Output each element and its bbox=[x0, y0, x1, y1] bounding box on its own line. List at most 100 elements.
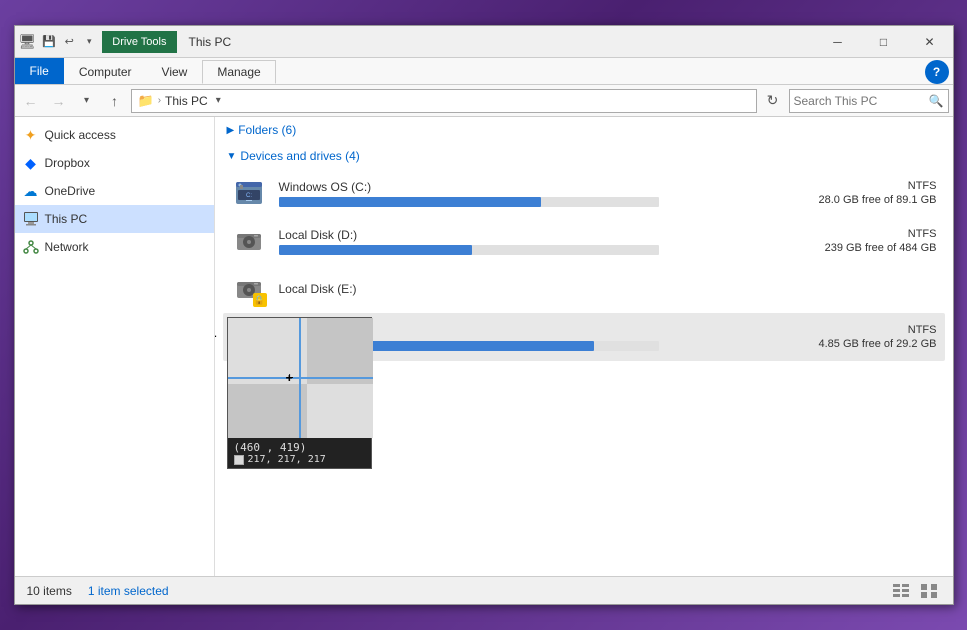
toolbar-dropdown-btn[interactable]: ▾ bbox=[80, 33, 98, 51]
title-bar-left: 🖥 💾 ↩ ▾ Drive Tools This PC bbox=[15, 31, 815, 53]
preview-rgb: 217, 217, 217 bbox=[248, 454, 326, 465]
sidebar-item-quick-access[interactable]: ✦ Quick access bbox=[15, 121, 214, 149]
window-controls: ─ □ ✕ bbox=[815, 26, 953, 58]
forward-btn[interactable]: → bbox=[47, 89, 71, 113]
items-count: 10 items bbox=[27, 584, 72, 598]
drive-d-name: Local Disk (D:) bbox=[279, 228, 765, 242]
details-view-btn[interactable] bbox=[889, 581, 913, 601]
sidebar-item-dropbox[interactable]: ◆ Dropbox bbox=[15, 149, 214, 177]
address-dropdown-btn[interactable]: ▾ bbox=[216, 95, 221, 106]
sidebar-item-network[interactable]: Network bbox=[15, 233, 214, 261]
ssd-lock-badge: 🔒 bbox=[253, 341, 267, 355]
drive-c-bar bbox=[279, 197, 659, 207]
drives-section-header[interactable]: ▼ Devices and drives (4) bbox=[215, 143, 953, 169]
address-bar: ← → ▾ ↑ 📁 › This PC ▾ ↻ 🔍 bbox=[15, 85, 953, 117]
drive-e-name: Local Disk (E:) bbox=[279, 282, 765, 296]
drive-g[interactable]: + SSD bbox=[223, 313, 945, 361]
drive-d-icon bbox=[231, 223, 267, 259]
sidebar-item-this-pc[interactable]: This PC bbox=[15, 205, 214, 233]
drive-list: C: Windows OS (C:) NTFS 28.0 GB free of … bbox=[215, 169, 953, 361]
drive-c-space: 28.0 GB free of 89.1 GB bbox=[818, 194, 936, 206]
sidebar-label-onedrive: OneDrive bbox=[45, 184, 96, 198]
sidebar-label-this-pc: This PC bbox=[45, 212, 88, 226]
drive-g-icon: SSD 🔒 bbox=[231, 319, 267, 355]
main-area: ✦ Quick access ◆ Dropbox ☁ OneDrive bbox=[15, 117, 953, 576]
recent-locations-btn[interactable]: ▾ bbox=[75, 89, 99, 113]
address-path[interactable]: 📁 › This PC ▾ bbox=[131, 89, 757, 113]
sidebar-item-onedrive[interactable]: ☁ OneDrive bbox=[15, 177, 214, 205]
title-bar: 🖥 💾 ↩ ▾ Drive Tools This PC ─ □ ✕ bbox=[15, 26, 953, 58]
preview-cursor: + bbox=[286, 371, 300, 385]
window-icon: 🖥 bbox=[19, 33, 37, 50]
drive-g-space: 4.85 GB free of 29.2 GB bbox=[818, 338, 936, 350]
folders-title: Folders (6) bbox=[238, 123, 296, 137]
tab-manage[interactable]: Manage bbox=[202, 60, 275, 84]
content-area: ▶ Folders (6) ▼ Devices and drives (4) bbox=[215, 117, 953, 576]
save-toolbar-btn[interactable]: 💾 bbox=[40, 33, 58, 51]
drive-c[interactable]: C: Windows OS (C:) NTFS 28.0 GB free of … bbox=[223, 169, 945, 217]
tab-computer[interactable]: Computer bbox=[64, 60, 147, 84]
drive-c-icon: C: bbox=[231, 175, 267, 211]
drive-g-bar bbox=[279, 341, 659, 351]
svg-text:C:: C: bbox=[246, 193, 252, 199]
maximize-btn[interactable]: □ bbox=[861, 26, 907, 58]
items-selected[interactable]: 1 item selected bbox=[88, 584, 169, 598]
drives-title: Devices and drives (4) bbox=[240, 149, 359, 163]
drive-c-name: Windows OS (C:) bbox=[279, 180, 765, 194]
drive-g-info: SSD (G:) bbox=[279, 324, 765, 351]
drives-arrow: ▼ bbox=[227, 151, 237, 162]
minimize-btn[interactable]: ─ bbox=[815, 26, 861, 58]
dropbox-icon: ◆ bbox=[23, 155, 39, 171]
folders-section-header[interactable]: ▶ Folders (6) bbox=[215, 117, 953, 143]
undo-toolbar-btn[interactable]: ↩ bbox=[60, 33, 78, 51]
up-btn[interactable]: ↑ bbox=[103, 89, 127, 113]
drive-d-space: 239 GB free of 484 GB bbox=[825, 242, 937, 254]
search-icon[interactable]: 🔍 bbox=[929, 94, 944, 108]
ribbon-tabs: File Computer View Manage ? bbox=[15, 58, 953, 84]
drive-c-bar-fill bbox=[279, 197, 541, 207]
drive-e-info: Local Disk (E:) bbox=[279, 282, 765, 296]
quick-access-icon: ✦ bbox=[23, 127, 39, 143]
ribbon: File Computer View Manage ? bbox=[15, 58, 953, 85]
search-box[interactable]: 🔍 bbox=[789, 89, 949, 113]
drive-d-bar-fill bbox=[279, 245, 473, 255]
drive-e-icon: 🔒 bbox=[231, 271, 267, 307]
cursor-indicator: + bbox=[215, 327, 218, 348]
preview-color-swatch bbox=[234, 455, 244, 465]
preview-info: (460 , 419) 217, 217, 217 bbox=[228, 438, 371, 468]
view-controls bbox=[889, 581, 941, 601]
path-folder-icon: 📁 bbox=[138, 93, 154, 109]
preview-color-row: 217, 217, 217 bbox=[234, 454, 365, 465]
drive-c-info: Windows OS (C:) bbox=[279, 180, 765, 207]
quick-access-toolbar: 💾 ↩ ▾ bbox=[40, 33, 98, 51]
preview-quadrant-bl bbox=[228, 384, 308, 438]
this-pc-icon bbox=[23, 211, 39, 227]
drive-tools-tab[interactable]: Drive Tools bbox=[102, 31, 176, 53]
drive-d[interactable]: Local Disk (D:) NTFS 239 GB free of 484 … bbox=[223, 217, 945, 265]
onedrive-icon: ☁ bbox=[23, 183, 39, 199]
sidebar-label-dropbox: Dropbox bbox=[45, 156, 90, 170]
preview-coords: (460 , 419) bbox=[234, 441, 365, 454]
path-this-pc[interactable]: This PC bbox=[165, 94, 208, 108]
back-btn[interactable]: ← bbox=[19, 89, 43, 113]
tab-file[interactable]: File bbox=[15, 58, 64, 84]
drive-g-meta: NTFS 4.85 GB free of 29.2 GB bbox=[777, 324, 937, 350]
drive-c-fs: NTFS bbox=[908, 180, 937, 192]
large-icons-view-btn[interactable] bbox=[917, 581, 941, 601]
search-input[interactable] bbox=[794, 94, 925, 108]
explorer-window: 🖥 💾 ↩ ▾ Drive Tools This PC ─ □ ✕ File C… bbox=[14, 25, 954, 605]
close-btn[interactable]: ✕ bbox=[907, 26, 953, 58]
sidebar-label-network: Network bbox=[45, 240, 89, 254]
help-btn[interactable]: ? bbox=[925, 60, 949, 84]
drive-e[interactable]: 🔒 Local Disk (E:) bbox=[223, 265, 945, 313]
drive-d-bar bbox=[279, 245, 659, 255]
drive-c-meta: NTFS 28.0 GB free of 89.1 GB bbox=[777, 180, 937, 206]
sidebar-label-quick-access: Quick access bbox=[45, 128, 116, 142]
preview-grid-horizontal bbox=[228, 377, 373, 379]
drive-d-fs: NTFS bbox=[908, 228, 937, 240]
tab-view[interactable]: View bbox=[147, 60, 203, 84]
folders-arrow: ▶ bbox=[227, 125, 235, 136]
refresh-btn[interactable]: ↻ bbox=[761, 89, 785, 113]
drive-g-bar-fill bbox=[279, 341, 594, 351]
path-separator-1: › bbox=[158, 95, 161, 106]
